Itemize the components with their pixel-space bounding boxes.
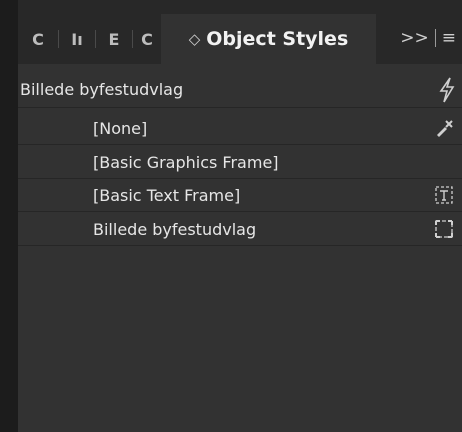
style-label: [Basic Text Frame]	[93, 185, 241, 205]
menu-separator	[434, 29, 436, 47]
collapse-toggle-icon[interactable]: ◇	[189, 30, 201, 48]
lightning-icon[interactable]	[438, 77, 456, 103]
style-label: [None]	[93, 118, 148, 138]
pen-x-icon	[437, 120, 453, 137]
tab-overflow-controls: >> ≡	[400, 20, 456, 56]
graphics-frame-icon	[435, 220, 453, 238]
left-dock-strip	[0, 0, 19, 432]
overflow-chevrons-icon[interactable]: >>	[400, 28, 429, 48]
style-row-basic-text-frame[interactable]: [Basic Text Frame]	[18, 179, 462, 212]
style-label: Billede byfestudvlag	[93, 219, 257, 239]
tab-object-styles[interactable]: ◇ Object Styles	[161, 14, 376, 64]
object-styles-panel: C Iı E C ◇ Object Styles >> ≡ Billede by…	[18, 0, 462, 432]
style-row-billede-byfestudvlag[interactable]: Billede byfestudvlag	[18, 213, 462, 246]
tab-c-1[interactable]: C	[18, 14, 58, 64]
group-label: Billede byfestudvlag	[20, 80, 184, 99]
style-row-basic-graphics-frame[interactable]: [Basic Graphics Frame]	[18, 146, 462, 179]
style-row-none[interactable]: [None]	[18, 112, 462, 145]
text-frame-icon	[435, 186, 453, 204]
tab-label: Iı	[71, 29, 83, 49]
tab-label: E	[108, 29, 120, 49]
style-label: [Basic Graphics Frame]	[93, 152, 279, 172]
tab-i[interactable]: Iı	[59, 14, 95, 64]
tab-label: C	[141, 29, 153, 49]
style-group-row[interactable]: Billede byfestudvlag	[18, 72, 462, 108]
panel-menu-icon[interactable]: ≡	[442, 28, 456, 48]
tab-label: C	[32, 29, 44, 49]
tab-e[interactable]: E	[96, 14, 132, 64]
tab-label: Object Styles	[206, 28, 349, 50]
tab-c-2[interactable]: C	[133, 14, 161, 64]
panel-tab-bar: C Iı E C ◇ Object Styles >> ≡	[18, 0, 462, 64]
